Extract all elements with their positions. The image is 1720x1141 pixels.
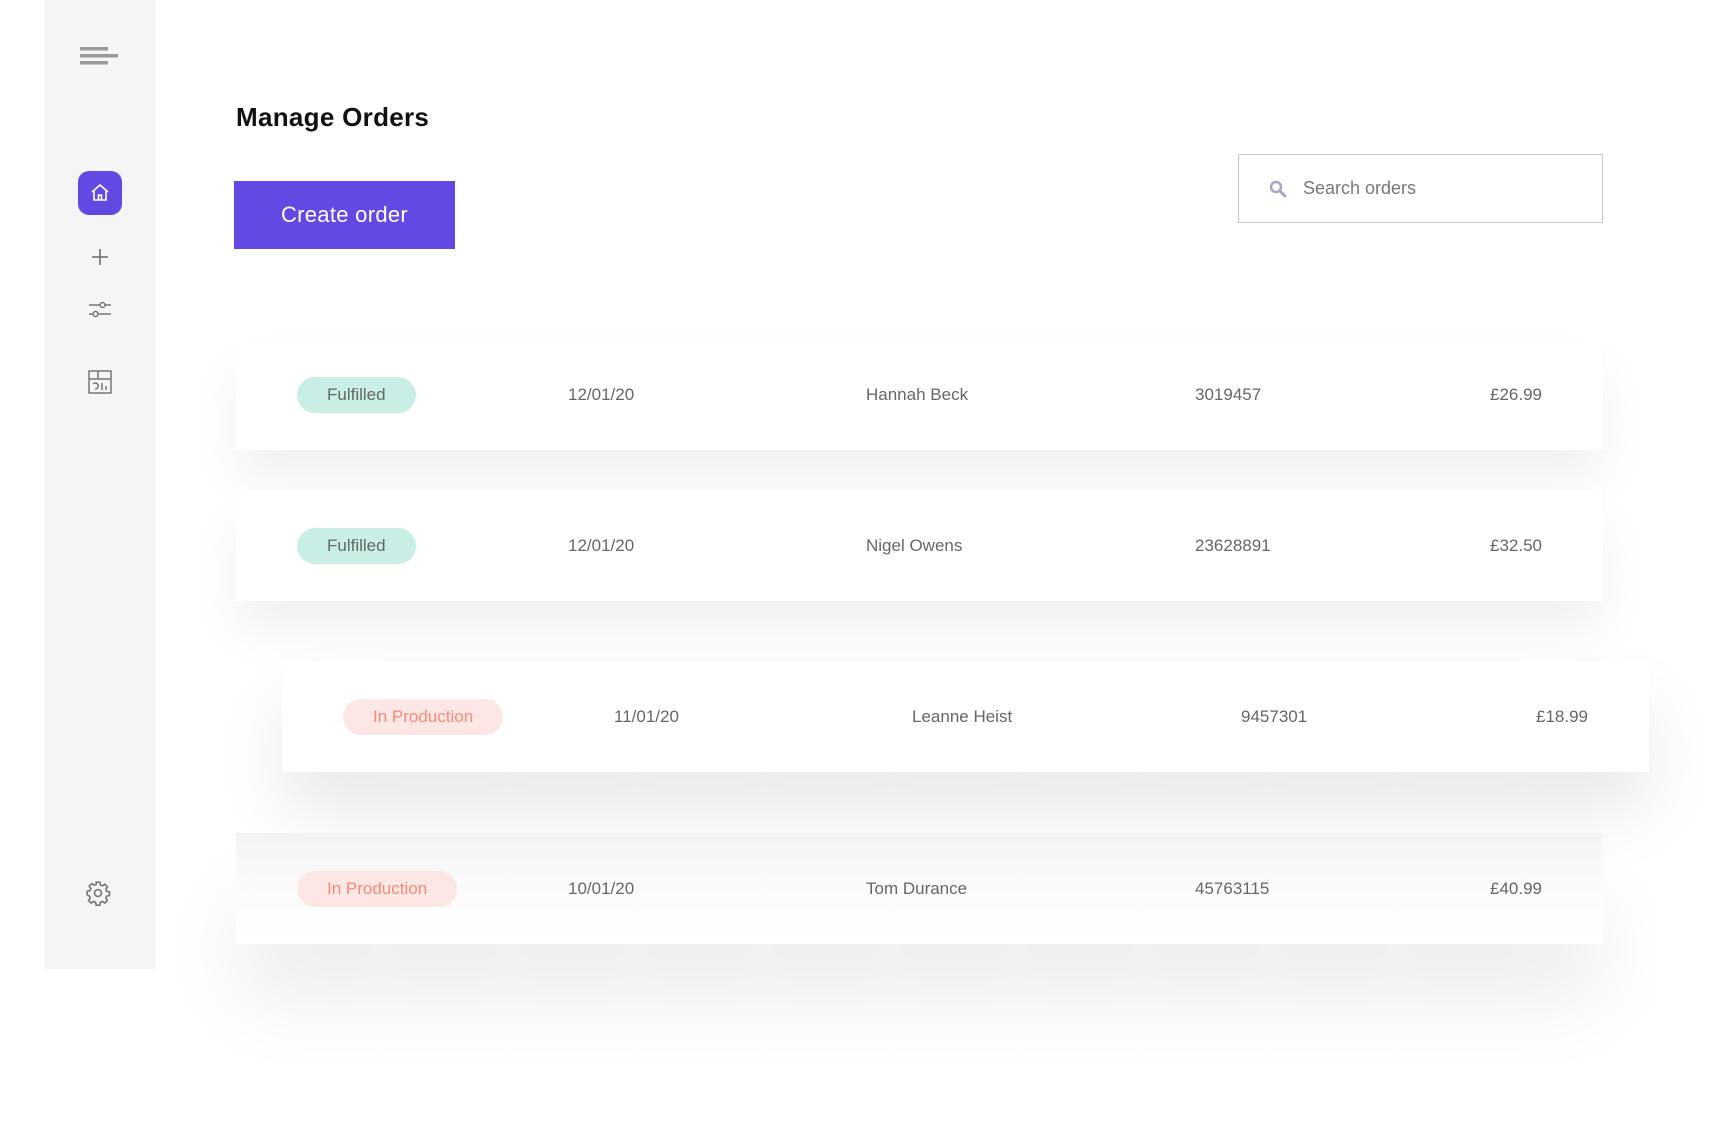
order-date: 11/01/20	[614, 706, 679, 726]
search-box[interactable]	[1238, 154, 1603, 223]
sidebar-item-add[interactable]	[90, 247, 110, 267]
customer-name: Leanne Heist	[912, 706, 1013, 726]
order-date: 12/01/20	[568, 535, 635, 555]
customer-name: Nigel Owens	[866, 535, 963, 555]
page-title: Manage Orders	[236, 102, 430, 132]
order-date: 12/01/20	[568, 384, 635, 404]
sliders-icon	[89, 301, 111, 318]
sidebar	[45, 0, 155, 969]
order-price: £40.99	[1490, 878, 1542, 898]
status-badge: In Production	[343, 698, 504, 735]
order-id: 45763115	[1195, 878, 1270, 898]
sidebar-item-settings[interactable]	[85, 880, 111, 906]
report-icon	[88, 370, 112, 394]
search-icon	[1269, 180, 1287, 197]
order-price: £18.99	[1536, 706, 1588, 726]
order-price: £26.99	[1490, 384, 1542, 404]
gear-icon	[86, 881, 111, 906]
home-icon	[91, 183, 109, 201]
sidebar-item-reports[interactable]	[88, 370, 112, 394]
order-price: £32.50	[1490, 535, 1542, 555]
customer-name: Tom Durance	[866, 878, 968, 898]
order-row[interactable]: Fulfilled 12/01/20 Hannah Beck 3019457 £…	[236, 339, 1603, 450]
customer-name: Hannah Beck	[866, 384, 969, 404]
status-badge: Fulfilled	[297, 527, 416, 564]
search-input[interactable]	[1303, 178, 1583, 199]
order-row[interactable]: In Production 11/01/20 Leanne Heist 9457…	[282, 661, 1649, 772]
sidebar-item-home[interactable]	[78, 171, 122, 215]
order-row[interactable]: Fulfilled 12/01/20 Nigel Owens 23628891 …	[236, 490, 1603, 601]
sidebar-item-filters[interactable]	[88, 298, 112, 322]
order-row[interactable]: In Production 10/01/20 Tom Durance 45763…	[236, 833, 1603, 944]
status-badge: Fulfilled	[297, 376, 416, 413]
order-id: 9457301	[1241, 706, 1308, 726]
order-id: 3019457	[1195, 384, 1262, 404]
plus-icon	[92, 249, 108, 265]
create-order-button[interactable]: Create order	[234, 181, 455, 249]
order-id: 23628891	[1195, 535, 1271, 555]
order-date: 10/01/20	[568, 878, 635, 898]
status-badge: In Production	[297, 870, 458, 907]
menu-icon[interactable]	[80, 44, 120, 68]
